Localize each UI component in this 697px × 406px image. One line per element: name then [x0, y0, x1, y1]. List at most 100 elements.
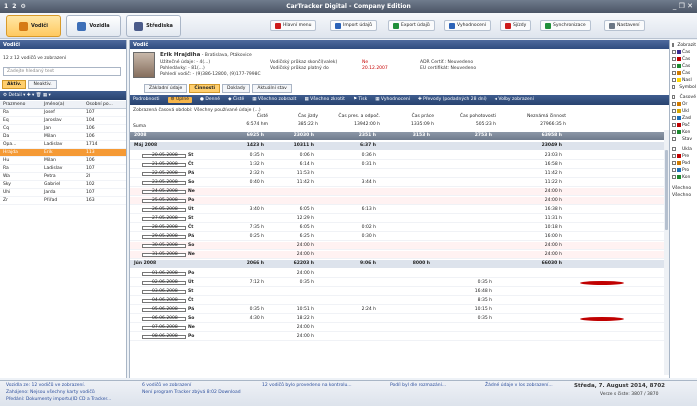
activity-tool-5[interactable]: ▦ Všechno zkrotit: [304, 97, 345, 103]
day-row[interactable]: 29.05.2008 Pá 0:25 h 6:25 h 0:30 h 16:00 h: [130, 233, 665, 241]
option-item[interactable]: Zasl: [672, 115, 696, 121]
day-row[interactable]: 31.05.2008 Ne 24:00 h 24:00 h: [130, 251, 665, 259]
option-item[interactable]: Or: [672, 101, 696, 107]
activity-tool-1[interactable]: ⚙ Úplné: [167, 97, 192, 103]
option-item[interactable]: Pod: [672, 160, 696, 166]
option-item[interactable]: Časové: [672, 94, 696, 100]
day-row[interactable]: 06.06.2008 So 4:30 h 18:22 h 0:35 h: [130, 315, 665, 323]
tab-basic[interactable]: Základní údaje: [144, 84, 188, 93]
warning-icon[interactable]: [580, 317, 624, 321]
checkbox[interactable]: [672, 57, 676, 61]
activity-tool-2[interactable]: ● Denně: [200, 97, 220, 103]
day-row[interactable]: 02.06.2008 Út 7:12 h 0:35 h 0:35 h: [130, 279, 665, 287]
summary-header-0[interactable]: Čistě: [220, 114, 268, 119]
col-personal-no[interactable]: Osobní po...: [86, 102, 113, 107]
option-footer-link[interactable]: Všechno: [672, 192, 696, 198]
day-row[interactable]: 24.05.2008 Ne 24:00 h: [130, 188, 665, 196]
tab-drivers[interactable]: Vodiči: [6, 15, 61, 37]
activity-tool-0[interactable]: Podrobnosti: [133, 97, 160, 103]
option-item[interactable]: Kon: [672, 174, 696, 180]
day-row[interactable]: 04.06.2008 Čt 8:35 h: [130, 297, 665, 305]
import-button[interactable]: Import údajů: [330, 20, 377, 31]
checkbox[interactable]: [672, 78, 676, 82]
activity-tool-3[interactable]: ◆ Čistě: [228, 97, 244, 103]
driver-row[interactable]: Uhi Jarda 107: [0, 189, 126, 197]
option-item[interactable]: Čas: [672, 49, 696, 55]
driver-row[interactable]: Eq Jaroslav 104: [0, 117, 126, 125]
day-row[interactable]: 20.05.2008 St 0:35 h 0:06 h 0:36 h 23:03 h: [130, 152, 665, 160]
checkbox[interactable]: [672, 64, 676, 68]
trips-button[interactable]: Sjízdy: [500, 20, 532, 31]
col-firstname[interactable]: Jméno(a): [44, 102, 64, 107]
summary-header-5[interactable]: Neznámá činnost: [518, 114, 566, 119]
tab-documents[interactable]: Doklady: [222, 84, 251, 93]
col-surname[interactable]: Prazmeno: [3, 102, 25, 107]
checkbox[interactable]: [672, 116, 676, 120]
activity-tool-4[interactable]: ▦ Všechno zobrazit: [252, 97, 296, 103]
main-menu-button[interactable]: Hlavní menu: [270, 20, 317, 31]
day-row[interactable]: 08.06.2008 Po 24:00 h: [130, 333, 665, 341]
driver-row[interactable]: Zr Přiřad 163: [0, 197, 126, 205]
option-footer-link[interactable]: Všechno: [672, 185, 696, 191]
checkbox[interactable]: [672, 95, 676, 99]
driver-row[interactable]: Cq Jan 106: [0, 125, 126, 133]
evaluation-button[interactable]: Vyhodnocení: [444, 20, 492, 31]
day-row[interactable]: 25.05.2008 Po 24:00 h: [130, 197, 665, 205]
option-item[interactable]: Stav: [672, 136, 696, 142]
day-row[interactable]: 22.05.2008 Pá 2:32 h 11:53 h 11:42 h: [130, 170, 665, 178]
driver-row[interactable]: Sky Gabriel 102: [0, 181, 126, 189]
checkbox[interactable]: [672, 168, 676, 172]
option-item[interactable]: Pro: [672, 167, 696, 173]
option-item[interactable]: Čas: [672, 63, 696, 69]
day-row[interactable]: 21.05.2008 Čt 1:32 h 6:14 h 0:31 h 16:58 h: [130, 161, 665, 169]
checkbox[interactable]: [672, 161, 676, 165]
driver-row[interactable]: Wa Petra 2I: [0, 173, 126, 181]
period-filter[interactable]: Zobrazená časová období: Všechny používa…: [133, 108, 261, 113]
driver-row[interactable]: Da Milan 106: [0, 133, 126, 141]
checkbox[interactable]: [672, 130, 676, 134]
driver-row[interactable]: Hu Milan 106: [0, 157, 126, 165]
tab-current-state[interactable]: Aktuální stav: [252, 84, 292, 93]
tab-active[interactable]: Aktiv.: [2, 80, 27, 89]
day-row[interactable]: 30.05.2008 So 24:00 h 24:00 h: [130, 242, 665, 250]
checkbox[interactable]: [672, 154, 676, 158]
warning-icon[interactable]: [580, 281, 624, 285]
option-item[interactable]: Čas: [672, 56, 696, 62]
activity-tool-6[interactable]: ⚑ Tisk: [353, 97, 367, 103]
export-button[interactable]: Export údajů: [388, 20, 435, 31]
checkbox[interactable]: [672, 50, 676, 54]
tab-inactive[interactable]: Neaktiv.: [28, 80, 57, 89]
tab-vehicles[interactable]: Vozidla: [66, 15, 121, 37]
checkbox[interactable]: [672, 102, 676, 106]
scroll-thumb[interactable]: [665, 150, 668, 230]
day-row[interactable]: 23.05.2008 So 0:40 h 11:42 h 3:44 h 11:22 h: [130, 179, 665, 187]
driver-search-input[interactable]: Zadejte hledaný text: [3, 67, 121, 76]
checkbox[interactable]: [672, 137, 676, 141]
month-row[interactable]: Jún 2008 2066 h 62203 h 9:06 h 8000 h 66030 h: [130, 260, 665, 268]
day-row[interactable]: 07.06.2008 Ne 24:00 h: [130, 324, 665, 332]
day-row[interactable]: 01.06.2008 Po 24:00 h: [130, 270, 665, 278]
day-row[interactable]: 03.06.2008 St 16:48 h: [130, 288, 665, 296]
option-item[interactable]: Pre: [672, 153, 696, 159]
driver-row[interactable]: Ra Ladislav 107: [0, 165, 126, 173]
year-row[interactable]: 2008 6925 h 23030 h 2351 h 3153 h 2753 h 63958…: [130, 132, 665, 140]
day-row[interactable]: 28.05.2008 Čt 7:35 h 6:05 h 0:02 h 10:18 h: [130, 224, 665, 232]
tab-activities[interactable]: Činnosti: [189, 84, 221, 93]
activity-tool-8[interactable]: ✚ Převody (podadných 28 dní): [418, 97, 487, 103]
checkbox[interactable]: [672, 85, 676, 89]
option-item[interactable]: Ukl: [672, 108, 696, 114]
option-item[interactable]: Nasl: [672, 77, 696, 83]
checkbox[interactable]: [672, 123, 676, 127]
checkbox[interactable]: [672, 71, 676, 75]
month-row[interactable]: Máj 2008 1423 h 10311 h 6:37 h 23049 h: [130, 142, 665, 150]
settings-button[interactable]: Nastavení: [604, 20, 645, 31]
day-row[interactable]: 05.06.2008 Pá 0:35 h 10:51 h 2:24 h 10:15 h: [130, 306, 665, 314]
driver-row[interactable]: Opa... Ladislav 1714: [0, 141, 126, 149]
checkbox[interactable]: [672, 175, 676, 179]
summary-header-4[interactable]: Čas pohotovosti: [448, 114, 496, 119]
driver-row[interactable]: Ra Josef 107: [0, 109, 126, 117]
window-buttons[interactable]: _ ❐ ✕: [673, 2, 693, 10]
checkbox[interactable]: [672, 43, 675, 47]
checkbox[interactable]: [672, 109, 676, 113]
drivers-toolbar[interactable]: ⚙ Detail ▾ ✚ ▾ 🗑 ▦ ▾: [0, 91, 126, 100]
